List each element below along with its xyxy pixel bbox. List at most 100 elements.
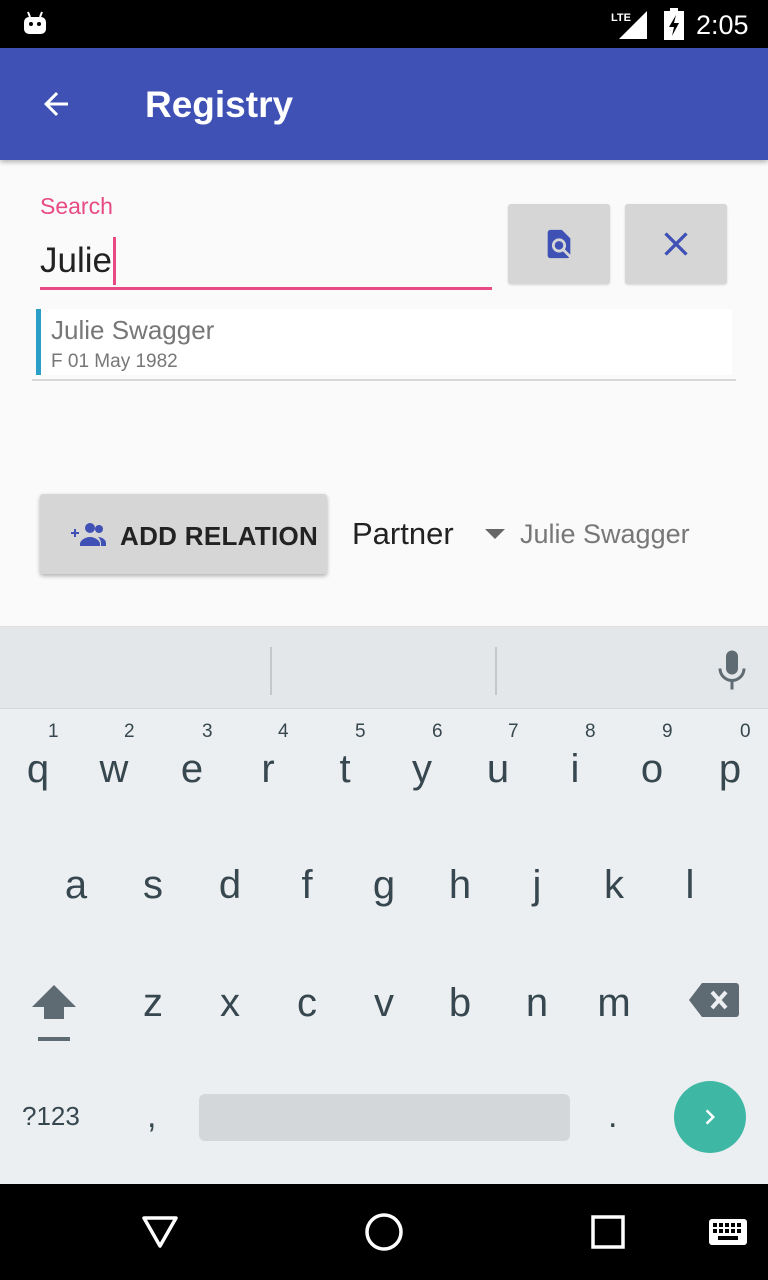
key-letter: r: [261, 747, 275, 791]
key-h[interactable]: h: [422, 853, 498, 953]
clock: 2:05: [696, 10, 749, 40]
key-letter: n: [525, 981, 549, 1025]
key-e[interactable]: 3e: [154, 719, 230, 819]
search-input-value: Julie: [40, 240, 112, 280]
symbols-key[interactable]: ?123: [22, 1101, 80, 1132]
key-letter: e: [180, 747, 204, 791]
key-d[interactable]: d: [192, 853, 268, 953]
result-meta: F 01 May 1982: [51, 351, 178, 372]
text-cursor: [112, 236, 116, 285]
key-v[interactable]: v: [346, 971, 422, 1071]
search-result-item[interactable]: Julie Swagger F 01 May 1982: [36, 309, 732, 375]
key-t[interactable]: 5t: [307, 719, 383, 819]
lte-signal-icon: LTE: [611, 11, 647, 39]
key-f[interactable]: f: [269, 853, 345, 953]
relation-person: Julie Swagger: [520, 519, 690, 549]
status-bar: LTE 2:05: [0, 0, 768, 48]
result-name: Julie Swagger: [51, 315, 215, 345]
key-letter: o: [640, 747, 664, 791]
key-letter: z: [143, 981, 163, 1025]
key-i[interactable]: 8i: [537, 719, 613, 819]
app-bar: Registry: [0, 48, 768, 160]
clear-search-button[interactable]: [625, 204, 727, 284]
key-hint: 6: [432, 721, 443, 742]
keyboard-icon: [709, 1219, 747, 1245]
key-w[interactable]: 2w: [76, 719, 152, 819]
relation-type-spinner[interactable]: Partner: [352, 516, 454, 552]
key-letter: p: [718, 747, 742, 791]
key-letter: d: [218, 863, 242, 907]
add-relation-button[interactable]: ADD RELATION: [40, 494, 327, 574]
key-x[interactable]: x: [192, 971, 268, 1071]
mic-icon[interactable]: [714, 649, 750, 691]
key-letter: m: [597, 981, 631, 1025]
nav-back-button[interactable]: [136, 1208, 184, 1256]
key-p[interactable]: 0p: [692, 719, 768, 819]
keyboard-switch-button[interactable]: [704, 1208, 752, 1256]
shift-icon[interactable]: [26, 979, 82, 1045]
key-letter: u: [486, 747, 510, 791]
key-letter: l: [685, 863, 695, 907]
key-l[interactable]: l: [652, 853, 728, 953]
square-recents-icon: [591, 1215, 625, 1249]
group-add-icon: [71, 523, 106, 546]
search-input[interactable]: Julie: [40, 234, 492, 290]
search-button[interactable]: [508, 204, 610, 284]
battery-icon: [664, 8, 684, 40]
result-divider: [32, 379, 736, 381]
key-hint: 1: [48, 721, 59, 742]
key-letter: h: [448, 863, 472, 907]
key-r[interactable]: 4r: [230, 719, 306, 819]
key-n[interactable]: n: [499, 971, 575, 1071]
key-j[interactable]: j: [499, 853, 575, 953]
key-o[interactable]: 9o: [614, 719, 690, 819]
key-hint: 0: [740, 721, 751, 742]
key-u[interactable]: 7u: [460, 719, 536, 819]
key-z[interactable]: z: [115, 971, 191, 1071]
back-button[interactable]: [28, 76, 84, 132]
key-letter: v: [374, 981, 394, 1025]
space-key[interactable]: [199, 1094, 570, 1141]
key-hint: 9: [662, 721, 673, 742]
key-hint: 7: [508, 721, 519, 742]
key-letter: q: [26, 747, 50, 791]
key-m[interactable]: m: [576, 971, 652, 1071]
key-letter: c: [297, 981, 317, 1025]
key-letter: g: [372, 863, 396, 907]
key-letter: f: [301, 863, 313, 907]
comma-key[interactable]: ,: [147, 1097, 156, 1136]
key-hint: 4: [278, 721, 289, 742]
key-s[interactable]: s: [115, 853, 191, 953]
key-k[interactable]: k: [576, 853, 652, 953]
key-hint: 8: [585, 721, 596, 742]
key-letter: b: [448, 981, 472, 1025]
navigation-bar: [0, 1184, 768, 1280]
nav-recents-button[interactable]: [584, 1208, 632, 1256]
key-hint: 2: [124, 721, 135, 742]
key-y[interactable]: 6y: [384, 719, 460, 819]
circle-home-icon: [365, 1213, 403, 1251]
nav-home-button[interactable]: [360, 1208, 408, 1256]
find-in-page-icon: [547, 229, 571, 259]
backspace-icon[interactable]: [688, 981, 740, 1019]
dropdown-arrow-icon[interactable]: [485, 529, 505, 539]
enter-key[interactable]: [674, 1081, 746, 1153]
suggestion-divider: [495, 647, 497, 695]
key-b[interactable]: b: [422, 971, 498, 1071]
key-g[interactable]: g: [346, 853, 422, 953]
key-letter: i: [570, 747, 580, 791]
period-key[interactable]: .: [608, 1097, 617, 1136]
key-q[interactable]: 1q: [0, 719, 76, 819]
search-label: Search: [40, 193, 113, 219]
triangle-back-icon: [142, 1216, 178, 1248]
suggestion-divider: [270, 647, 272, 695]
svg-text:LTE: LTE: [611, 12, 631, 24]
add-relation-label: ADD RELATION: [120, 521, 319, 551]
close-icon: [664, 232, 688, 256]
key-letter: a: [64, 863, 88, 907]
key-a[interactable]: a: [38, 853, 114, 953]
arrow-left-icon: [44, 92, 68, 116]
chevron-right-icon: [705, 1109, 715, 1125]
key-letter: w: [99, 747, 129, 791]
key-c[interactable]: c: [269, 971, 345, 1071]
